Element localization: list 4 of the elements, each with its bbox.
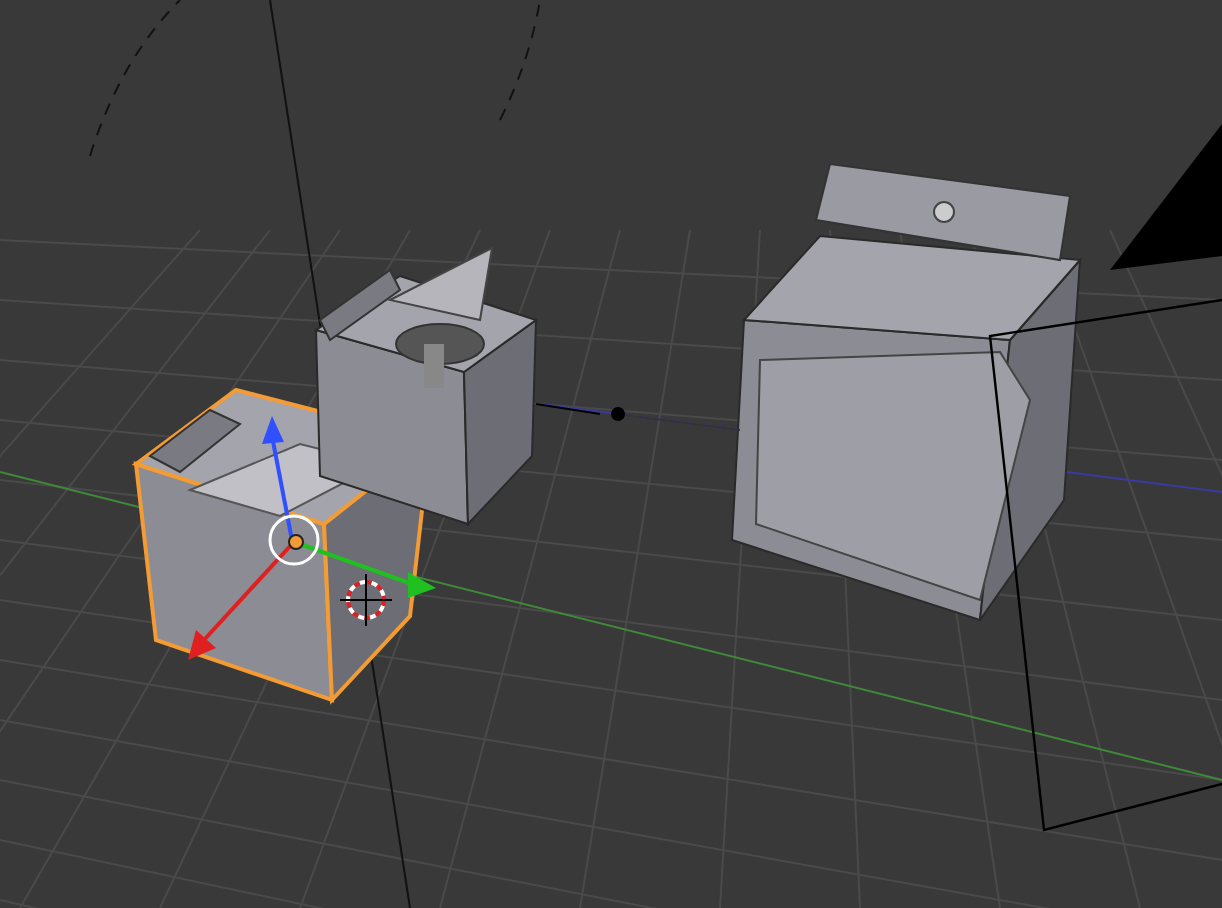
cursor-icon [339, 573, 393, 627]
appliance-drawing[interactable] [313, 246, 539, 527]
appliance-drawing[interactable] [730, 162, 1083, 622]
camera-drawing[interactable] [988, 124, 1222, 832]
